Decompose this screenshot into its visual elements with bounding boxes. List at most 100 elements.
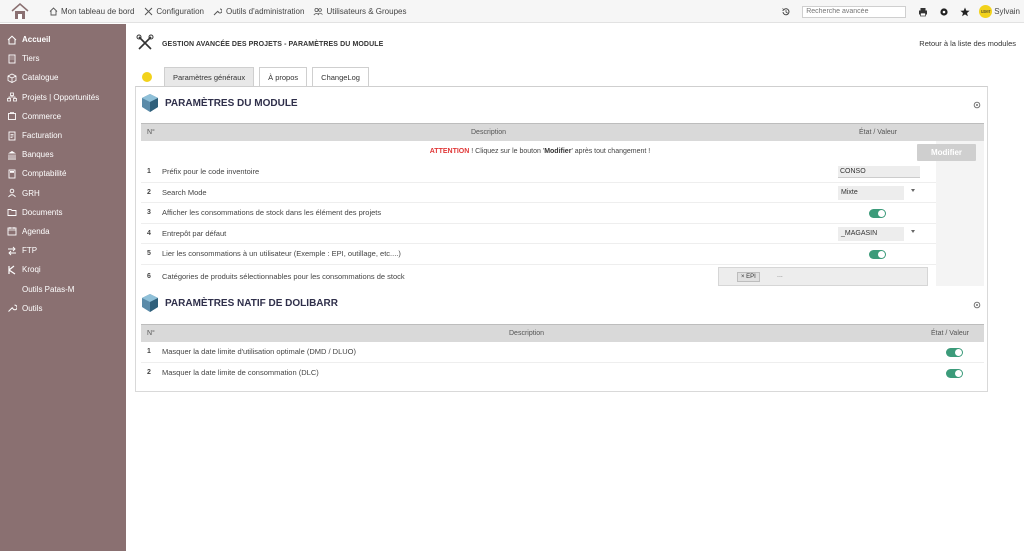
calendar-icon	[7, 226, 17, 236]
category-multiselect[interactable]: × EPI ...	[718, 266, 928, 286]
table-row: 6 Catégories de produits sélectionnables…	[141, 265, 936, 289]
table-row: 1 Masquer la date limite d'utilisation o…	[141, 342, 984, 363]
col-value: État / Valeur	[859, 129, 898, 136]
main-content: GESTION AVANCÉE DES PROJETS - PARAMÈTRES…	[126, 24, 1024, 551]
section-title: PARAMÈTRES DU MODULE	[165, 97, 298, 109]
back-to-modules-link[interactable]: Retour à la liste des modules	[919, 39, 1016, 48]
invoice-icon	[7, 131, 17, 141]
sidebar-item-tiers[interactable]: Tiers	[0, 49, 126, 68]
user-menu[interactable]: user Sylvain	[979, 5, 1020, 18]
chevron-down-icon[interactable]	[911, 188, 915, 192]
native-settings-table: N° Description État / Valeur 1 Masquer l…	[141, 324, 984, 383]
nav-configuration[interactable]: Configuration	[143, 7, 204, 17]
cube-icon	[142, 294, 158, 312]
top-right-tools: user Sylvain	[775, 0, 1024, 23]
tools-icon	[136, 34, 154, 54]
search-mode-select[interactable]: Mixte	[838, 185, 904, 200]
app-logo[interactable]	[10, 2, 30, 21]
top-bar: Mon tableau de bord Configuration Outils…	[0, 0, 1024, 23]
sidebar-item-projets[interactable]: Projets | Opportunités	[0, 88, 126, 107]
table-row: 2 Search Mode Mixte	[141, 183, 936, 203]
hide-dluo-toggle[interactable]	[946, 348, 963, 357]
chevron-down-icon[interactable]	[911, 229, 915, 233]
col-description: Description	[509, 330, 545, 337]
hide-dlc-toggle[interactable]	[946, 368, 963, 378]
sidebar-item-catalogue[interactable]: Catalogue	[0, 68, 126, 87]
sidebar-item-kroqi[interactable]: Kroqi	[0, 260, 126, 279]
folder-icon	[7, 207, 17, 217]
sidebar-item-comptabilite[interactable]: Comptabilité	[0, 164, 126, 183]
category-chip[interactable]: × EPI	[737, 271, 760, 282]
attention-row: ATTENTION ! Cliquez sur le bouton 'Modif…	[141, 141, 984, 162]
gear-icon[interactable]	[973, 101, 981, 109]
search-input[interactable]	[802, 5, 907, 18]
tab-bar: Paramètres généraux À propos ChangeLog	[136, 66, 374, 86]
modify-button[interactable]: Modifier	[917, 144, 976, 161]
link-user-toggle[interactable]	[869, 250, 886, 259]
sidebar-item-grh[interactable]: GRH	[0, 184, 126, 203]
wrench-icon	[7, 303, 17, 313]
nav-dashboard[interactable]: Mon tableau de bord	[48, 7, 134, 17]
user-name: Sylvain	[994, 7, 1020, 16]
avatar: user	[979, 5, 993, 18]
sitemap-icon	[7, 92, 17, 102]
sidebar-item-documents[interactable]: Documents	[0, 203, 126, 222]
sidebar-item-agenda[interactable]: Agenda	[0, 222, 126, 241]
settings-icon[interactable]	[938, 6, 949, 17]
nav-users-groups[interactable]: Utilisateurs & Groupes	[313, 7, 406, 17]
tab-about[interactable]: À propos	[259, 67, 308, 86]
col-value: État / Valeur	[931, 330, 970, 337]
col-description: Description	[471, 129, 507, 136]
bookmark-star-icon[interactable]	[959, 6, 970, 17]
box-icon	[7, 73, 17, 83]
section-native-settings-header: PARAMÈTRES NATIF DE DOLIBARR	[140, 293, 338, 313]
cart-icon	[7, 111, 17, 121]
tools-icon	[143, 7, 153, 17]
sidebar-item-banques[interactable]: Banques	[0, 145, 126, 164]
col-num: N°	[147, 330, 155, 337]
table-row: 2 Masquer la date limite de consommation…	[141, 363, 984, 384]
sidebar-item-facturation[interactable]: Facturation	[0, 126, 126, 145]
cube-icon	[142, 94, 158, 112]
history-icon[interactable]	[780, 6, 791, 17]
more-indicator: ...	[777, 271, 783, 279]
sidebar-item-accueil[interactable]: Accueil	[0, 30, 126, 49]
gear-icon[interactable]	[973, 301, 981, 309]
calculator-icon	[7, 169, 17, 179]
building-icon	[7, 54, 17, 64]
tab-general-settings[interactable]: Paramètres généraux	[164, 67, 255, 86]
transfer-icon	[7, 246, 17, 256]
action-column	[936, 141, 984, 286]
page-title: GESTION AVANCÉE DES PROJETS - PARAMÈTRES…	[162, 40, 384, 48]
table-row: 3 Afficher les consommations de stock da…	[141, 203, 936, 224]
home-icon	[7, 35, 17, 45]
default-warehouse-select[interactable]: _MAGASIN	[838, 226, 904, 241]
show-consumptions-toggle[interactable]	[869, 209, 886, 218]
table-header: N° Description État / Valeur	[141, 324, 984, 342]
attention-message: ATTENTION ! Cliquez sur le bouton 'Modif…	[429, 148, 651, 155]
people-icon	[7, 188, 17, 198]
wrench-icon	[213, 7, 223, 17]
table-row: 1 Préfix pour le code inventoire CONSO	[141, 162, 936, 183]
col-num: N°	[147, 129, 155, 136]
table-header: N° Description État / Valeur	[141, 123, 984, 141]
sidebar-item-outils-patas-m[interactable]: Outils Patas-M	[0, 279, 126, 298]
sidebar-item-ftp[interactable]: FTP	[0, 241, 126, 260]
users-icon	[313, 7, 324, 17]
home-icon	[48, 7, 58, 17]
page-header: GESTION AVANCÉE DES PROJETS - PARAMÈTRES…	[136, 34, 383, 54]
tab-changelog[interactable]: ChangeLog	[312, 67, 369, 86]
nav-admin-tools[interactable]: Outils d'administration	[213, 7, 304, 17]
settings-panel: PARAMÈTRES DU MODULE N° Description État…	[135, 86, 988, 392]
sidebar-item-outils[interactable]: Outils	[0, 299, 126, 318]
sidebar-item-commerce[interactable]: Commerce	[0, 107, 126, 126]
module-settings-table: N° Description État / Valeur ATTENTION !…	[141, 123, 984, 289]
table-row: 5 Lier les consommations à un utilisateu…	[141, 244, 936, 265]
module-icon	[142, 72, 152, 82]
table-row: 4 Entrepôt par défaut _MAGASIN	[141, 224, 936, 244]
inventory-prefix-field[interactable]: CONSO	[838, 166, 920, 178]
print-icon[interactable]	[917, 6, 928, 17]
section-module-settings-header: PARAMÈTRES DU MODULE	[140, 93, 298, 113]
sidebar: Accueil Tiers Catalogue Projets | Opport…	[0, 24, 126, 551]
section-title: PARAMÈTRES NATIF DE DOLIBARR	[165, 297, 338, 309]
